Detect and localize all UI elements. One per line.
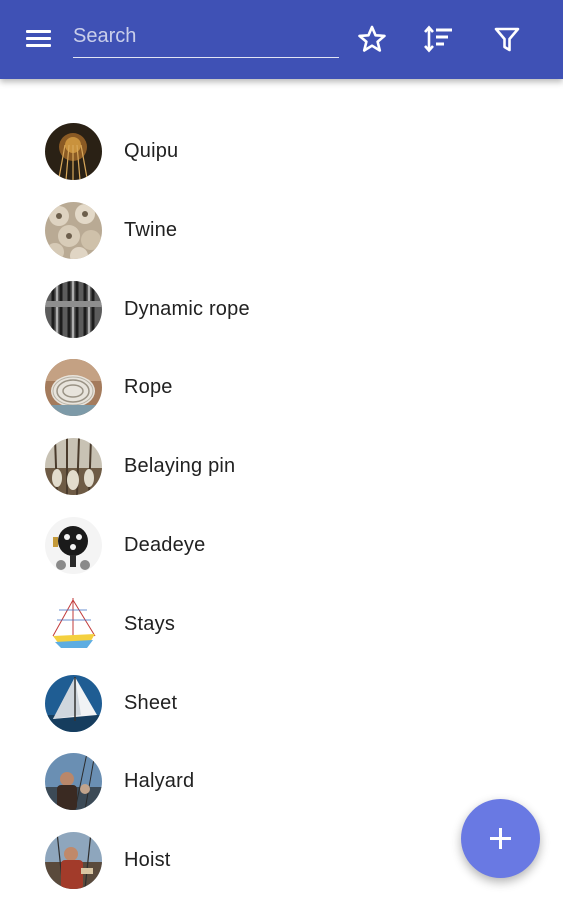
- sheet-thumbnail: [45, 674, 102, 732]
- list-item-label: Stays: [124, 612, 176, 635]
- add-button[interactable]: [461, 799, 540, 878]
- hoist-thumbnail: [45, 832, 102, 890]
- filter-button[interactable]: [490, 22, 524, 56]
- plus-icon-vertical: [499, 828, 502, 849]
- rope-thumbnail: [45, 359, 102, 417]
- dynamic-rope-thumbnail: [45, 280, 102, 338]
- app-bar: [0, 0, 563, 79]
- sort-button[interactable]: [421, 22, 455, 56]
- quipu-thumbnail: [45, 123, 102, 180]
- list-item-quipu[interactable]: Quipu: [0, 113, 563, 192]
- item-list: Quipu Twine Dynamic rope Rope Belaying p…: [0, 113, 563, 900]
- list-item-label: Halyard: [124, 770, 195, 793]
- deadeye-thumbnail: [45, 516, 102, 574]
- list-item-rope[interactable]: Rope: [0, 349, 563, 428]
- twine-thumbnail: [45, 201, 102, 259]
- menu-button[interactable]: [24, 27, 54, 51]
- search-field: [73, 16, 339, 58]
- filter-icon: [494, 27, 520, 52]
- menu-icon-bar: [26, 44, 51, 47]
- belaying-pin-thumbnail: [45, 438, 102, 496]
- list-item-label: Belaying pin: [124, 455, 236, 478]
- list-item-deadeye[interactable]: Deadeye: [0, 507, 563, 586]
- menu-icon-bar: [26, 30, 51, 33]
- favorites-button[interactable]: [355, 22, 389, 56]
- list-item-stays[interactable]: Stays: [0, 586, 563, 665]
- list-item-dynamic-rope[interactable]: Dynamic rope: [0, 271, 563, 350]
- list-item-label: Rope: [124, 376, 173, 399]
- list-item-twine[interactable]: Twine: [0, 192, 563, 271]
- list-item-label: Hoist: [124, 849, 171, 872]
- search-input[interactable]: [73, 20, 339, 52]
- star-outline-icon: [358, 25, 386, 52]
- list-item-label: Deadeye: [124, 533, 206, 556]
- list-item-label: Dynamic rope: [124, 297, 250, 320]
- menu-icon-bar: [26, 37, 51, 40]
- halyard-thumbnail: [45, 753, 102, 811]
- list-item-label: Sheet: [124, 691, 178, 714]
- list-item-label: Quipu: [124, 140, 179, 162]
- list-item-sheet[interactable]: Sheet: [0, 665, 563, 744]
- sort-icon: [424, 25, 452, 53]
- list-item-belaying-pin[interactable]: Belaying pin: [0, 428, 563, 507]
- stays-thumbnail: [45, 595, 102, 653]
- list-item-label: Twine: [124, 218, 178, 241]
